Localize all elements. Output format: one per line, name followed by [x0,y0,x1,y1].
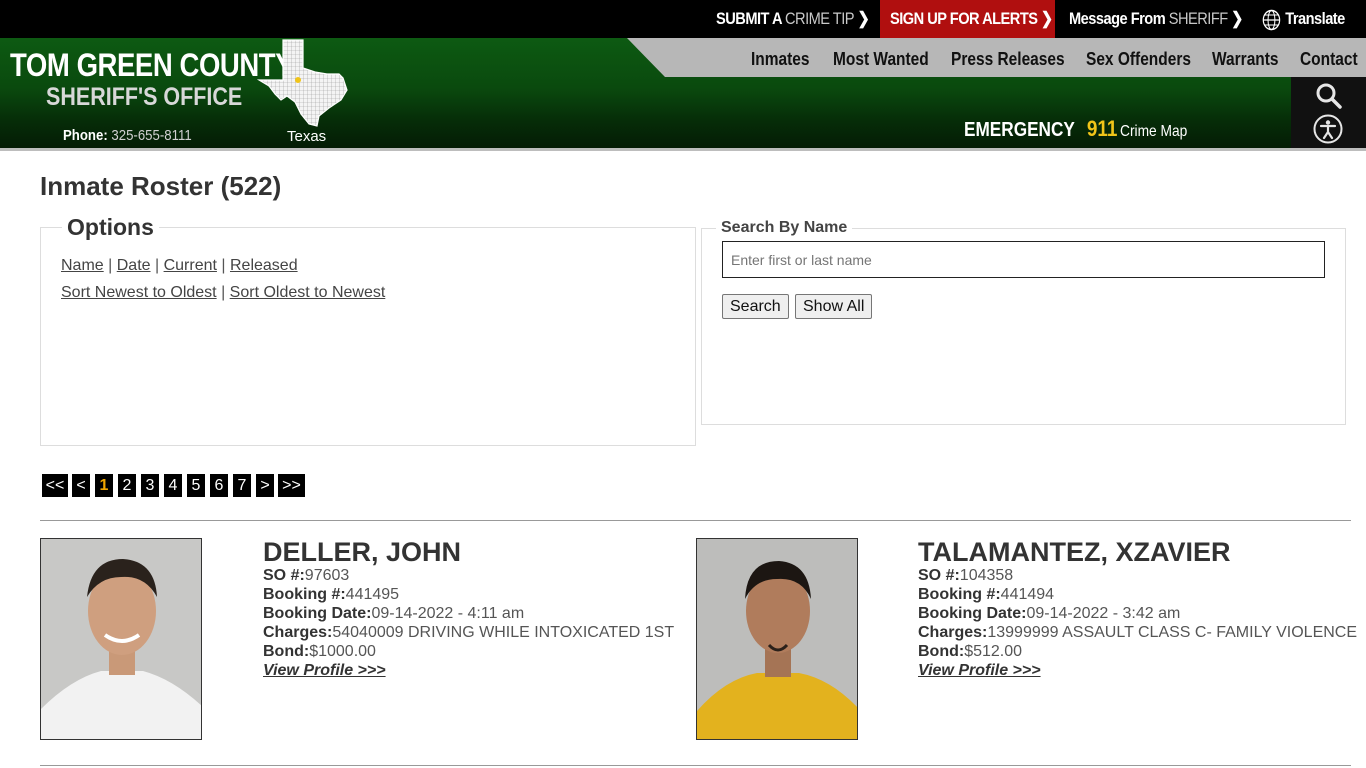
sort-date-link[interactable]: Date [117,257,151,274]
nav-inmates[interactable]: Inmates [751,38,810,77]
page-next-button[interactable]: > [256,474,274,497]
sort-newest-link[interactable]: Sort Newest to Oldest [61,284,217,301]
phone-number[interactable]: Phone: 325-655-8111 [63,127,192,144]
view-profile-link[interactable]: View Profile >>> [918,662,1041,680]
inmate-name: DELLER, JOHN [263,537,462,567]
chevron-right-icon: ❯ [1231,9,1243,28]
sort-links: Name | Date | Current | Released [61,257,298,274]
crime-map-link[interactable]: Crime Map [1120,123,1187,140]
booking-label: Booking #: [263,586,346,603]
translate-text: Translate [1285,9,1345,28]
state-label: Texas [287,128,327,145]
page-7-button[interactable]: 7 [233,474,251,497]
person-silhouette-icon [41,559,201,739]
sort-oldest-link[interactable]: Sort Oldest to Newest [230,284,386,301]
show-all-button[interactable]: Show All [795,294,873,319]
inmate-charges: Charges:13999999 ASSAULT CLASS C- FAMILY… [918,624,1357,642]
options-legend: Options [62,214,159,241]
filter-released-link[interactable]: Released [230,257,298,274]
page-4-button[interactable]: 4 [164,474,182,497]
header-divider [0,148,1366,151]
search-legend: Search By Name [716,219,853,237]
emergency-label: EMERGENCY [964,119,1075,141]
inmate-booking-date: Booking Date:09-14-2022 - 4:11 am [263,605,524,623]
office-subtitle: SHERIFF'S OFFICE [46,83,243,111]
view-profile-link[interactable]: View Profile >>> [263,662,386,680]
submit-crime-tip-link[interactable]: SUBMIT A CRIME TIP ❯ [716,0,870,38]
nav-sex-offenders[interactable]: Sex Offenders [1086,38,1191,77]
filter-current-link[interactable]: Current [164,257,217,274]
accessibility-icon[interactable] [1313,114,1343,144]
so-value: 104358 [959,567,1014,584]
divider [40,520,1351,521]
bond-value: $1000.00 [309,643,376,660]
sort-name-link[interactable]: Name [61,257,104,274]
charges-label: Charges: [263,624,333,641]
booking-date-label: Booking Date: [263,605,372,622]
nav-most-wanted[interactable]: Most Wanted [833,38,929,77]
divider [40,765,1351,766]
order-links: Sort Newest to Oldest | Sort Oldest to N… [61,284,386,301]
search-icon[interactable] [1315,82,1343,110]
crime-tip-text: SUBMIT A [716,9,786,28]
globe-icon [1262,9,1281,30]
emergency-info: EMERGENCY 911 Crime Map [964,116,1187,142]
page-5-button[interactable]: 5 [187,474,205,497]
so-label: SO #: [918,567,960,584]
inmate-charges: Charges:54040009 DRIVING WHILE INTOXICAT… [263,624,674,642]
nav-press-releases[interactable]: Press Releases [951,38,1065,77]
page-1-button[interactable]: 1 [95,474,113,497]
bond-label: Bond: [918,643,965,660]
booking-date-value: 09-14-2022 - 4:11 am [371,605,525,622]
charges-value: 54040009 DRIVING WHILE INTOXICATED 1ST [332,624,675,641]
texas-map-icon [256,39,348,127]
chevron-right-icon: ❯ [857,9,870,28]
inmate-so-number: SO #:104358 [918,567,1013,585]
message-highlight: SHERIFF [1168,9,1228,28]
message-from-sheriff-link[interactable]: Message From SHERIFF ❯ [1069,0,1243,38]
booking-date-value: 09-14-2022 - 3:42 am [1026,605,1181,622]
mugshot-photo[interactable] [40,538,202,740]
crime-tip-highlight: CRIME TIP [785,9,855,28]
nav-contact[interactable]: Contact [1300,38,1358,77]
person-silhouette-icon [697,561,857,739]
search-button[interactable]: Search [722,294,789,319]
page-first-button[interactable]: << [42,474,68,497]
page-title: Inmate Roster (522) [40,171,282,201]
phone-value: 325-655-8111 [111,127,192,144]
sign-up-alerts-link[interactable]: SIGN UP FOR ALERTS ❯ [890,0,1053,38]
name-search-input[interactable] [722,241,1325,278]
bond-value: $512.00 [964,643,1023,660]
page-prev-button[interactable]: < [72,474,90,497]
inmate-bond: Bond:$512.00 [918,643,1022,661]
inmate-booking-number: Booking #:441495 [263,586,399,604]
inmate-name: TALAMANTEZ, XZAVIER [918,537,1231,567]
county-title[interactable]: TOM GREEN COUNTY [10,47,294,84]
inmate-bond: Bond:$1000.00 [263,643,376,661]
phone-label: Phone: [63,127,108,144]
booking-value: 441495 [345,586,400,603]
booking-date-label: Booking Date: [918,605,1027,622]
inmate-booking-number: Booking #:441494 [918,586,1054,604]
mugshot-photo[interactable] [696,538,858,740]
booking-label: Booking #: [918,586,1001,603]
translate-link[interactable]: Translate [1262,0,1345,38]
emergency-number[interactable]: 911 [1087,116,1118,141]
page-2-button[interactable]: 2 [118,474,136,497]
page-6-button[interactable]: 6 [210,474,228,497]
page-3-button[interactable]: 3 [141,474,159,497]
inmate-so-number: SO #:97603 [263,567,349,585]
charges-label: Charges: [918,624,988,641]
inmate-booking-date: Booking Date:09-14-2022 - 3:42 am [918,605,1180,623]
message-text: Message From [1069,9,1169,28]
page-last-button[interactable]: >> [278,474,305,497]
chevron-right-icon: ❯ [1040,9,1053,28]
booking-value: 441494 [1000,586,1055,603]
charges-value: 13999999 ASSAULT CLASS C- FAMILY VIOLENC… [987,624,1358,641]
so-label: SO #: [263,567,305,584]
so-value: 97603 [304,567,350,584]
bond-label: Bond: [263,643,310,660]
nav-warrants[interactable]: Warrants [1212,38,1279,77]
alerts-text: SIGN UP FOR ALERTS [890,9,1038,28]
